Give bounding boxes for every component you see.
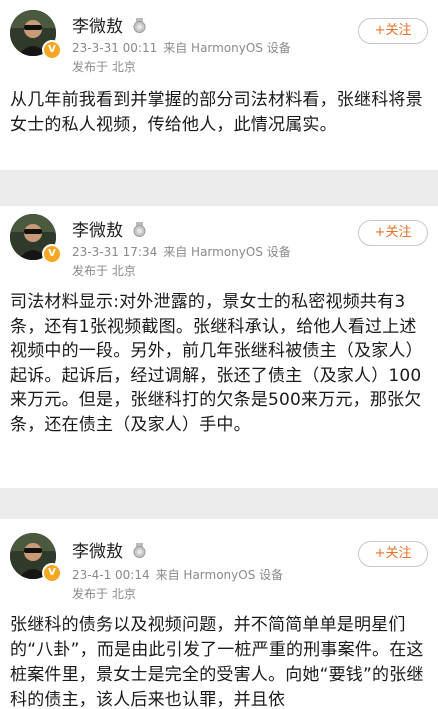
post-source: 来自 HarmonyOS 设备 [163,41,291,55]
author-name[interactable]: 李微敖 [72,17,123,37]
post-card: V 李微敖 23-3-31 00:11 来自 HarmonyOS 设备 发布于 北… [0,0,438,170]
post-card: V 李微敖 23-3-31 17:34 来自 HarmonyOS 设备 发布于 北… [0,206,438,488]
verified-badge-icon: V [42,244,62,264]
follow-button[interactable]: +关注 [358,18,428,44]
post-time: 23-3-31 00:11 [72,41,158,55]
post-body: 张继科的债务以及视频问题，并不简简单单是明星们的“八卦”，而是由此引发了一桩严重… [10,615,424,709]
post-location: 发布于 北京 [72,264,136,278]
post-meta: 23-3-31 00:11 来自 HarmonyOS 设备 [72,39,291,56]
medal-icon [133,18,146,33]
follow-button[interactable]: +关注 [358,220,428,246]
medal-icon [133,222,146,237]
weibo-feed: V 李微敖 23-3-31 00:11 来自 HarmonyOS 设备 发布于 北… [0,0,438,709]
post-time: 23-4-1 00:14 [72,568,150,582]
author-name[interactable]: 李微敖 [72,542,123,562]
author-name-row[interactable]: 李微敖 [72,216,146,241]
post-location: 发布于 北京 [72,587,136,601]
post-location: 发布于 北京 [72,60,136,74]
post-card: V 李微敖 23-4-1 00:14 来自 HarmonyOS 设备 发布于 北京… [0,519,438,709]
medal-icon [133,543,146,558]
follow-button[interactable]: +关注 [358,541,428,567]
post-body: 从几年前我看到并掌握的部分司法材料看，张继科将景女士的私人视频，传给他人，此情况… [10,90,423,135]
post-meta: 23-4-1 00:14 来自 HarmonyOS 设备 [72,566,283,583]
verified-badge-icon: V [42,40,62,60]
author-name-row[interactable]: 李微敖 [72,12,146,37]
post-meta: 23-3-31 17:34 来自 HarmonyOS 设备 [72,243,291,260]
author-name-row[interactable]: 李微敖 [72,537,146,562]
post-time: 23-3-31 17:34 [72,245,158,259]
post-source: 来自 HarmonyOS 设备 [155,568,284,582]
post-source: 来自 HarmonyOS 设备 [163,245,291,259]
author-name[interactable]: 李微敖 [72,221,123,241]
post-body: 司法材料显示:对外泄露的，景女士的私密视频共有3条，还有1张视频截图。张继科承认… [10,292,423,435]
verified-badge-icon: V [42,563,62,583]
